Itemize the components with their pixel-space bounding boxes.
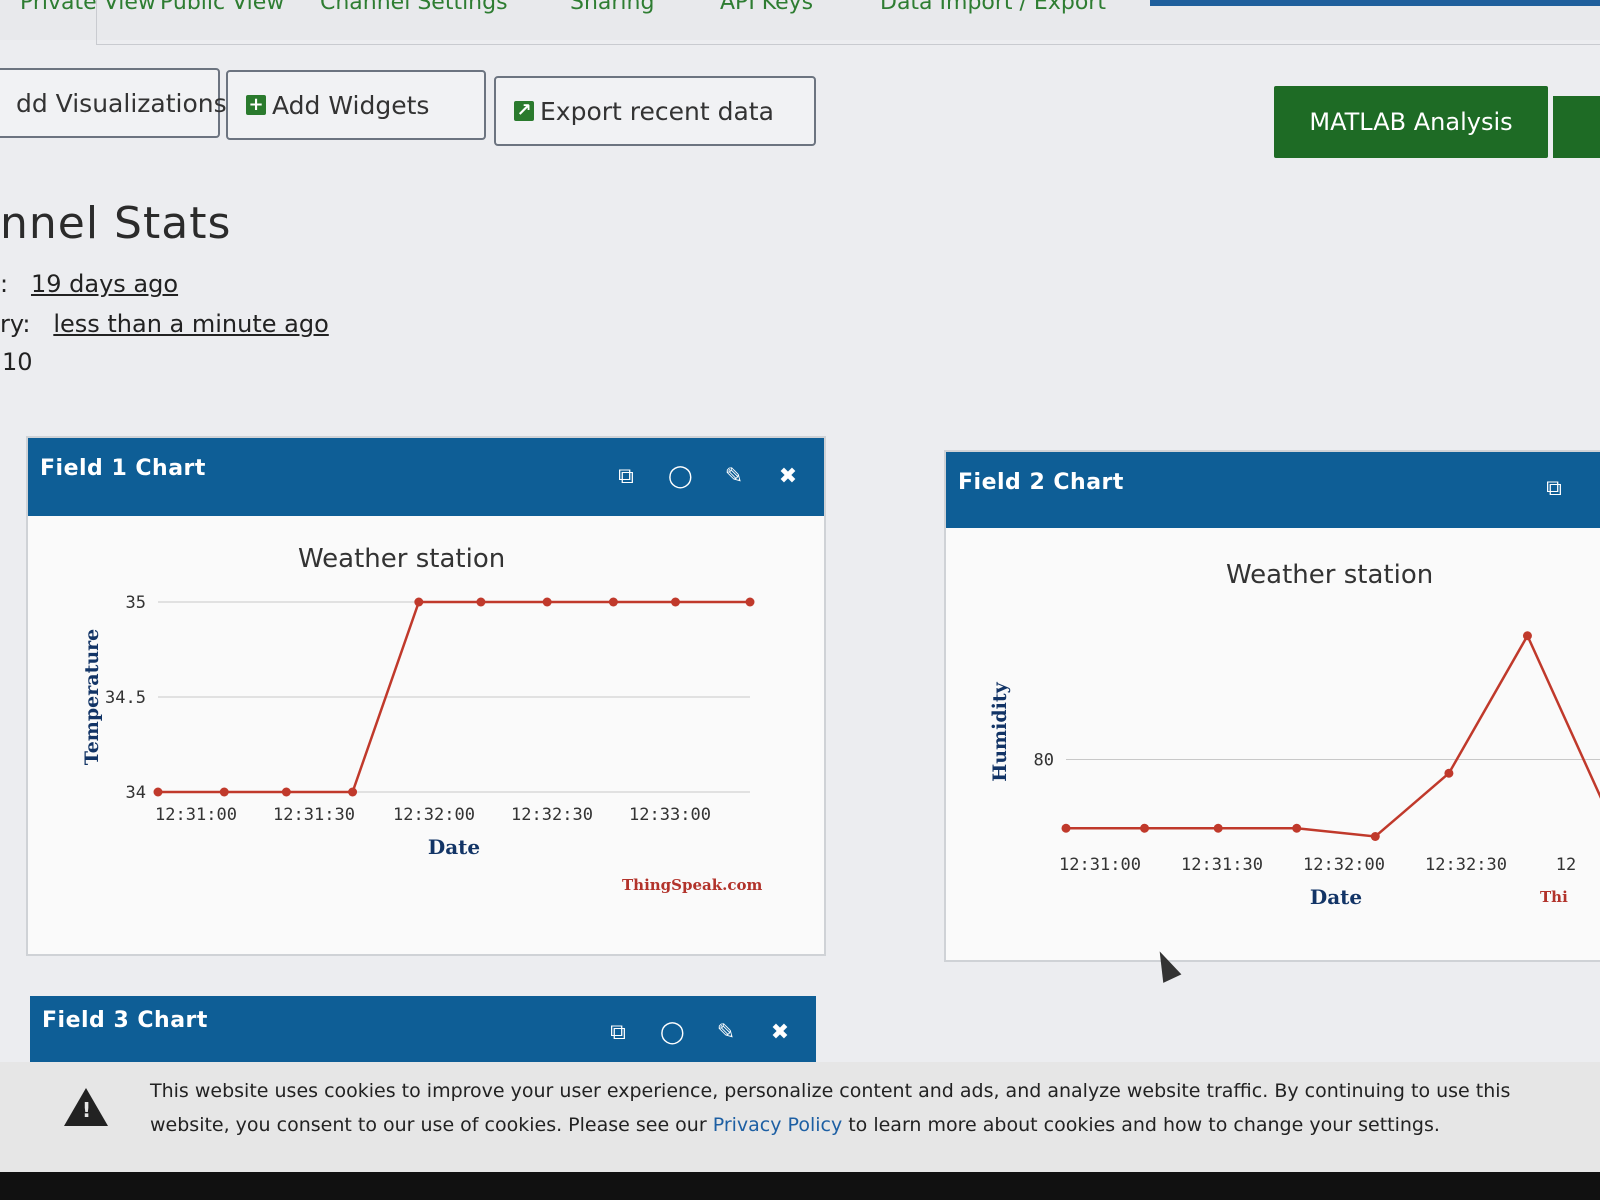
chart-2-credit[interactable]: Thi (1540, 888, 1568, 906)
data-point (281, 787, 291, 797)
tab-public-view[interactable]: Public View (160, 0, 284, 15)
comment-icon[interactable]: ◯ (660, 1020, 685, 1045)
external-link-icon[interactable]: ⧉ (1542, 476, 1566, 501)
y-axis-title: Humidity (989, 681, 1011, 781)
chart-1-credit[interactable]: ThingSpeak.com (622, 876, 762, 894)
x-tick-label: 12:33:00 (629, 805, 711, 825)
close-icon[interactable]: ✖ (776, 464, 800, 489)
export-icon: ↗ (514, 101, 534, 121)
data-point (670, 597, 680, 607)
external-link-icon[interactable]: ⧉ (606, 1020, 630, 1045)
comment-icon[interactable]: ◯ (668, 464, 693, 489)
privacy-policy-link[interactable]: Privacy Policy (713, 1114, 842, 1136)
data-point (1292, 823, 1302, 833)
add-widgets-label: Add Widgets (272, 90, 430, 120)
data-point (1522, 631, 1532, 641)
x-tick-label: 12:32:30 (1425, 855, 1507, 875)
field-2-chart: 80 12:31:00 12:31:30 12:32:00 12:32:30 12 Date… (989, 631, 1600, 909)
add-visualizations-label: dd Visualizations (16, 88, 227, 118)
channel-stats-title: nnel Stats (0, 198, 232, 249)
data-point (153, 787, 163, 797)
field-2-chart-panel: Field 2 Chart ⧉ Weather station 80 12:31:… (944, 450, 1600, 962)
x-tick-label: 12:31:00 (155, 805, 237, 825)
entries-stat: 10 (2, 348, 33, 376)
field-3-chart-header: Field 3 Chart ⧉ ◯ ✎ ✖ (30, 996, 816, 1072)
chart-1-title: Weather station (298, 544, 506, 574)
x-tick-label: 12 (1556, 855, 1576, 875)
header-accent-bar (1150, 0, 1600, 6)
data-point (1444, 768, 1454, 778)
data-point (1370, 832, 1380, 841)
created-value: 19 days ago (30, 270, 179, 298)
field-3-chart-actions: ⧉ ◯ ✎ ✖ (606, 1020, 792, 1045)
export-recent-label: Export recent data (540, 96, 774, 126)
y-tick-label: 80 (1034, 751, 1054, 771)
data-point (1061, 823, 1071, 833)
field-1-chart-title: Field 1 Chart (40, 456, 206, 481)
tab-channel-settings[interactable]: Channel Settings (320, 0, 508, 15)
cookie-message: This website uses cookies to improve you… (150, 1074, 1590, 1142)
entries-value: 10 (2, 348, 33, 376)
field-3-chart-title: Field 3 Chart (42, 1008, 208, 1033)
created-stat: : 19 days ago (0, 270, 178, 298)
matlab-analysis-label: MATLAB Analysis (1309, 108, 1513, 136)
add-visualizations-button[interactable]: dd Visualizations (0, 68, 227, 138)
tab-private-view[interactable]: Private View (20, 0, 156, 15)
data-point (348, 787, 358, 797)
matlab-analysis-button[interactable]: MATLAB Analysis (1274, 86, 1548, 158)
warning-icon: ! (64, 1088, 108, 1126)
top-navigation: Private View Public View Channel Setting… (0, 0, 1600, 45)
data-point (219, 787, 229, 797)
field-2-chart-header: Field 2 Chart ⧉ (946, 452, 1600, 528)
data-point (414, 597, 424, 607)
field-2-chart-title: Field 2 Chart (958, 470, 1124, 495)
tab-sharing[interactable]: Sharing (570, 0, 654, 15)
y-axis-title: Temperature (81, 629, 103, 766)
field-2-chart-actions: ⧉ (1542, 476, 1566, 501)
x-tick-label: 12:31:30 (1181, 855, 1263, 875)
data-point (745, 597, 755, 607)
field-1-chart-actions: ⧉ ◯ ✎ ✖ (614, 464, 800, 489)
data-point (1140, 823, 1150, 833)
y-tick-label: 35 (126, 593, 146, 613)
x-axis-title: Date (428, 835, 480, 859)
tab-data-import-export[interactable]: Data Import / Export (880, 0, 1106, 15)
tab-api-keys[interactable]: API Keys (720, 0, 813, 15)
x-tick-label: 12:32:30 (511, 805, 593, 825)
pencil-icon[interactable]: ✎ (722, 464, 746, 489)
data-point (476, 597, 486, 607)
chart-2-title: Weather station (1226, 560, 1434, 590)
last-entry-stat: ry: less than a minute ago (0, 310, 329, 338)
field-1-chart-panel: Field 1 Chart ⧉ ◯ ✎ ✖ Weather station 34… (26, 436, 826, 956)
external-link-icon[interactable]: ⧉ (614, 464, 638, 489)
x-axis-title: Date (1310, 885, 1362, 909)
x-tick-label: 12:31:00 (1059, 855, 1141, 875)
data-point (1213, 823, 1223, 833)
export-recent-data-button[interactable]: ↗ Export recent data (494, 76, 816, 146)
y-tick-label: 34 (126, 783, 146, 803)
matlab-visualization-button[interactable] (1553, 96, 1600, 158)
x-tick-label: 12:31:30 (273, 805, 355, 825)
data-point (542, 597, 552, 607)
field-1-chart: 34 34.5 35 12:31:00 12:31:30 12:32:00 12:32:30… (81, 593, 755, 859)
cookie-banner: ! This website uses cookies to improve y… (0, 1062, 1600, 1172)
x-tick-label: 12:32:00 (393, 805, 475, 825)
last-entry-label: ry: (0, 310, 31, 338)
data-point (608, 597, 618, 607)
y-tick-label: 34.5 (105, 688, 146, 708)
plus-icon: + (246, 95, 266, 115)
add-widgets-button[interactable]: + Add Widgets (226, 70, 486, 140)
pencil-icon[interactable]: ✎ (714, 1020, 738, 1045)
cookie-text-2: to learn more about cookies and how to c… (842, 1114, 1440, 1136)
last-entry-value: less than a minute ago (53, 310, 329, 338)
x-tick-label: 12:32:00 (1303, 855, 1385, 875)
bottom-bar (0, 1172, 1600, 1200)
field-1-chart-header: Field 1 Chart ⧉ ◯ ✎ ✖ (28, 438, 824, 516)
close-icon[interactable]: ✖ (768, 1020, 792, 1045)
series-line (1066, 633, 1600, 838)
created-label: : (0, 270, 9, 298)
